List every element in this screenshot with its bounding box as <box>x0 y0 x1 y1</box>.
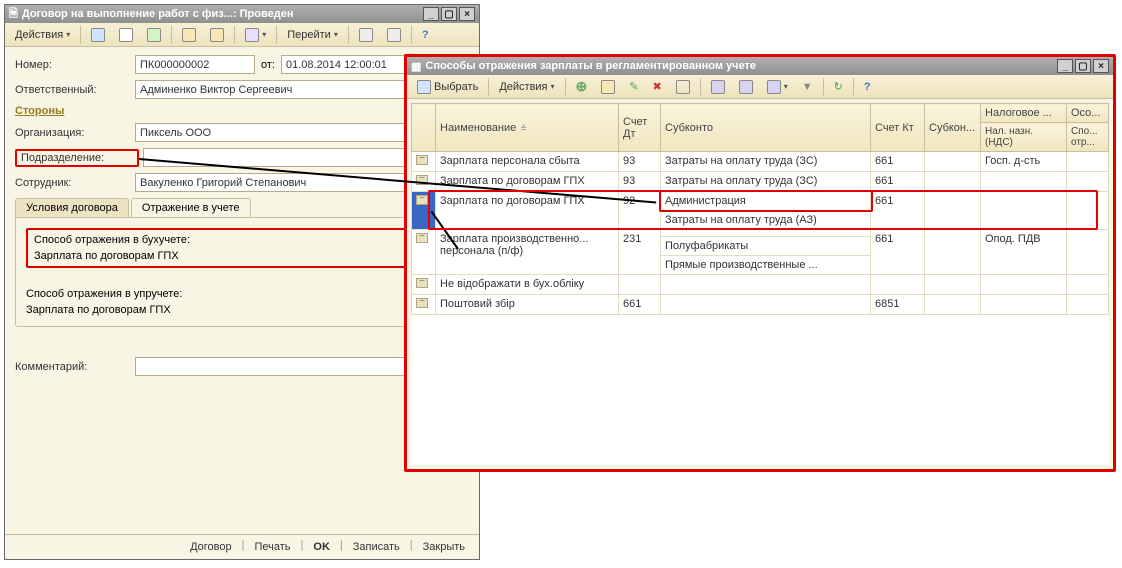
maximize-button[interactable]: ▢ <box>441 7 457 21</box>
acc-method-label: Способ отражения в бухучете: <box>34 234 450 246</box>
comment-label: Комментарий: <box>15 361 135 373</box>
table-row[interactable]: Зарплата по договорам ГПХ 93 Затраты на … <box>412 172 1109 192</box>
table-row[interactable]: Не відображати в бух.обліку <box>412 275 1109 295</box>
col-oso[interactable]: Осо... <box>1067 104 1109 123</box>
footer: Договор| Печать| OK| Записать| Закрыть <box>5 534 479 559</box>
goto-menu[interactable]: Перейти <box>281 25 344 45</box>
toolbar-icon[interactable] <box>761 77 794 97</box>
window-title: Договор на выполнение работ с физ...: Пр… <box>22 8 421 20</box>
close-button[interactable]: × <box>459 7 475 21</box>
app-icon: 🗎 <box>9 5 18 24</box>
refresh-icon[interactable]: ↻ <box>828 77 849 97</box>
write-button[interactable]: Записать <box>347 539 406 555</box>
col-tax[interactable]: Налоговое ... <box>981 104 1067 123</box>
close-button[interactable]: × <box>1093 59 1109 73</box>
col-kt[interactable]: Счет Кт <box>871 104 925 152</box>
help-icon[interactable]: ? <box>858 77 877 97</box>
date-input[interactable]: 01.08.2014 12:00:01 <box>281 55 411 74</box>
mgmt-method-input[interactable]: Зарплата по договорам ГПХ <box>26 304 458 316</box>
toolbar-icon[interactable] <box>733 77 759 97</box>
col-spo[interactable]: Спо... отр... <box>1067 123 1109 152</box>
toolbar-icon[interactable] <box>705 77 731 97</box>
col-nds[interactable]: Нал. назн. (НДС) <box>981 123 1067 152</box>
delete-icon[interactable]: ✖ <box>646 77 667 97</box>
close-button-footer[interactable]: Закрыть <box>417 539 471 555</box>
edit-icon[interactable]: ✎ <box>623 77 644 97</box>
table-row[interactable]: Поштовий збір 661 6851 <box>412 295 1109 315</box>
emp-label: Сотрудник: <box>15 177 135 189</box>
toolbar-icon[interactable] <box>670 77 696 97</box>
toolbar-icon[interactable] <box>204 25 230 45</box>
title-bar: ▦ Способы отражения зарплаты в регламент… <box>407 57 1113 75</box>
actions-menu[interactable]: Действия <box>493 77 560 97</box>
toolbar-icon[interactable] <box>85 25 111 45</box>
number-label: Номер: <box>15 59 135 71</box>
toolbar-icon[interactable] <box>113 25 139 45</box>
acc-method-input[interactable]: Зарплата по договорам ГПХ <box>34 250 450 262</box>
table-row[interactable]: Зарплата производственно... персонала (п… <box>412 230 1109 237</box>
tab-reflection[interactable]: Отражение в учете <box>131 198 251 217</box>
title-bar: 🗎 Договор на выполнение работ с физ...: … <box>5 5 479 23</box>
copy-icon[interactable] <box>595 77 621 97</box>
toolbar: Выбрать Действия ⊕ ✎ ✖ ▼ ↻ ? <box>407 75 1113 99</box>
tab-conditions[interactable]: Условия договора <box>15 198 129 217</box>
toolbar-icon[interactable] <box>239 25 272 45</box>
app-icon: ▦ <box>411 60 421 73</box>
sides-section: Стороны <box>15 105 469 117</box>
col-name[interactable]: Наименование≙ <box>436 104 619 152</box>
dept-label: Подразделение: <box>21 152 133 164</box>
table-row[interactable]: Зарплата персонала сбыта 93 Затраты на о… <box>412 152 1109 172</box>
add-icon[interactable]: ⊕ <box>570 77 594 97</box>
table-row[interactable]: Зарплата по договорам ГПХ 92 Администрац… <box>412 192 1109 211</box>
minimize-button[interactable]: _ <box>423 7 439 21</box>
minimize-button[interactable]: _ <box>1057 59 1073 73</box>
toolbar-icon[interactable] <box>381 25 407 45</box>
col-dt[interactable]: Счет Дт <box>619 104 661 152</box>
toolbar-icon[interactable] <box>353 25 379 45</box>
mgmt-method-label: Способ отражения в упручете: <box>26 288 458 300</box>
print-button[interactable]: Печать <box>248 539 296 555</box>
actions-menu[interactable]: Действия <box>9 25 76 45</box>
maximize-button[interactable]: ▢ <box>1075 59 1091 73</box>
col-sub[interactable]: Субконто <box>661 104 871 152</box>
ok-button[interactable]: OK <box>307 539 336 555</box>
org-label: Организация: <box>15 127 135 139</box>
help-icon[interactable]: ? <box>416 25 435 45</box>
choose-button[interactable]: Выбрать <box>411 77 484 97</box>
number-input[interactable]: ПК000000002 <box>135 55 255 74</box>
ot-label: от: <box>261 59 275 71</box>
responsible-label: Ответственный: <box>15 84 135 96</box>
toolbar-icon[interactable] <box>141 25 167 45</box>
window-title: Способы отражения зарплаты в регламентир… <box>425 60 1055 72</box>
toolbar: Действия Перейти ? <box>5 23 479 47</box>
filter-icon[interactable]: ▼ <box>796 77 819 97</box>
dogovor-button[interactable]: Договор <box>184 539 238 555</box>
reflection-table[interactable]: Наименование≙ Счет Дт Субконто Счет Кт С… <box>411 103 1109 315</box>
toolbar-icon[interactable] <box>176 25 202 45</box>
col-subkt[interactable]: Субкон... <box>925 104 981 152</box>
